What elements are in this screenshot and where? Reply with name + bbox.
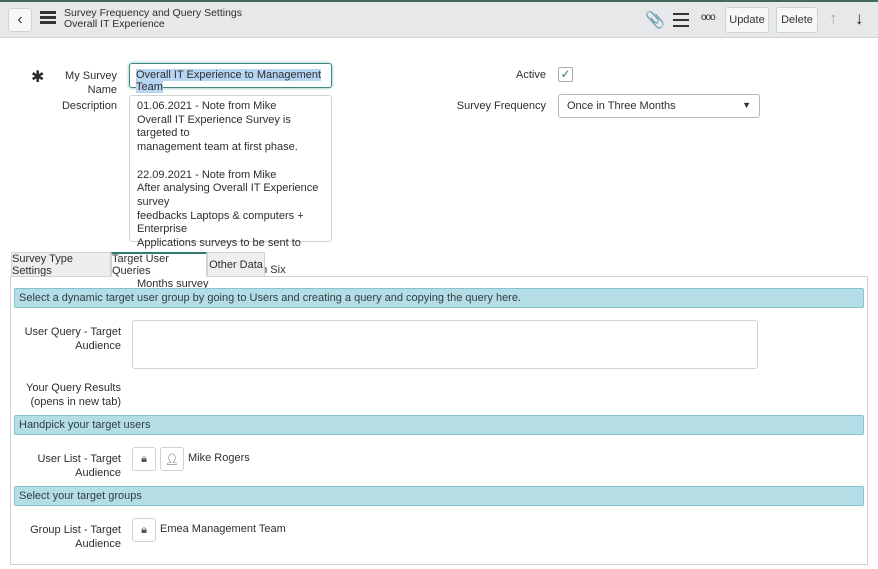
description-label: Description bbox=[61, 100, 117, 112]
user-list-label: User List - Target Audience bbox=[37, 453, 121, 479]
user-query-label: User Query - Target Audience bbox=[24, 326, 121, 352]
description-line: Overall IT Experience Survey is targeted… bbox=[137, 113, 291, 140]
lock-icon: 🔒︎ bbox=[141, 452, 147, 465]
group-list-value: Emea Management Team bbox=[160, 523, 286, 535]
survey-frequency-label: Survey Frequency bbox=[456, 100, 546, 112]
next-record-icon[interactable]: ↓ bbox=[855, 9, 864, 29]
tab-survey-type-settings[interactable]: Survey Type Settings bbox=[11, 252, 111, 277]
update-button[interactable]: Update bbox=[725, 7, 769, 33]
form-header: ‹ Survey Frequency and Query Settings Ov… bbox=[0, 0, 878, 38]
user-query-textarea[interactable] bbox=[132, 320, 758, 369]
add-user-icon: 👤︎ bbox=[165, 453, 179, 466]
chevron-left-icon: ‹ bbox=[17, 11, 23, 28]
description-line bbox=[137, 155, 324, 169]
unlock-user-list-button[interactable]: 🔒︎ bbox=[132, 447, 156, 471]
tab-target-user-queries[interactable]: Target User Queries bbox=[111, 252, 207, 277]
lock-icon: 🔒︎ bbox=[141, 523, 147, 536]
active-label: Active bbox=[516, 69, 546, 81]
user-list-value: Mike Rogers bbox=[188, 452, 250, 464]
active-checkbox[interactable]: ✓ bbox=[558, 67, 573, 82]
description-line: 01.06.2021 - Note from Mike bbox=[137, 100, 277, 112]
hamburger-menu-icon[interactable] bbox=[40, 11, 56, 25]
query-results-link[interactable]: Your Query Results (opens in new tab) bbox=[20, 381, 121, 409]
form-subtitle: Overall IT Experience bbox=[64, 18, 165, 30]
info-bar-groups: Select your target groups bbox=[14, 486, 864, 506]
description-line: 22.09.2021 - Note from Mike bbox=[137, 168, 277, 181]
more-options-icon[interactable]: ooo bbox=[701, 12, 716, 23]
unlock-group-list-button[interactable]: 🔒︎ bbox=[132, 518, 156, 542]
chevron-down-icon: ▼ bbox=[742, 100, 751, 110]
tab-other-data[interactable]: Other Data bbox=[207, 252, 265, 277]
info-bar-query: Select a dynamic target user group by go… bbox=[14, 288, 864, 308]
settings-sliders-icon[interactable] bbox=[673, 11, 689, 31]
survey-frequency-select[interactable]: Once in Three Months ▼ bbox=[558, 94, 760, 118]
previous-record-icon[interactable]: ↑ bbox=[829, 9, 838, 29]
back-button[interactable]: ‹ bbox=[8, 8, 32, 32]
delete-button[interactable]: Delete bbox=[776, 7, 818, 33]
description-line: After analysing Overall IT Experience su… bbox=[137, 182, 319, 208]
survey-name-input[interactable]: Overall IT Experience to Management Team bbox=[129, 63, 332, 93]
add-me-button[interactable]: 👤︎ bbox=[160, 447, 184, 471]
description-textarea[interactable]: 01.06.2021 - Note from Mike Overall IT Ex… bbox=[129, 95, 332, 304]
paperclip-icon[interactable]: 📎 bbox=[645, 10, 665, 30]
description-line: management team at first phase. bbox=[137, 141, 298, 154]
info-bar-handpick: Handpick your target users bbox=[14, 415, 864, 435]
survey-name-label: My Survey Name bbox=[65, 70, 117, 96]
description-line: feedbacks Laptops & computers + Enterpri… bbox=[137, 209, 304, 236]
group-list-label: Group List - Target Audience bbox=[30, 524, 121, 550]
